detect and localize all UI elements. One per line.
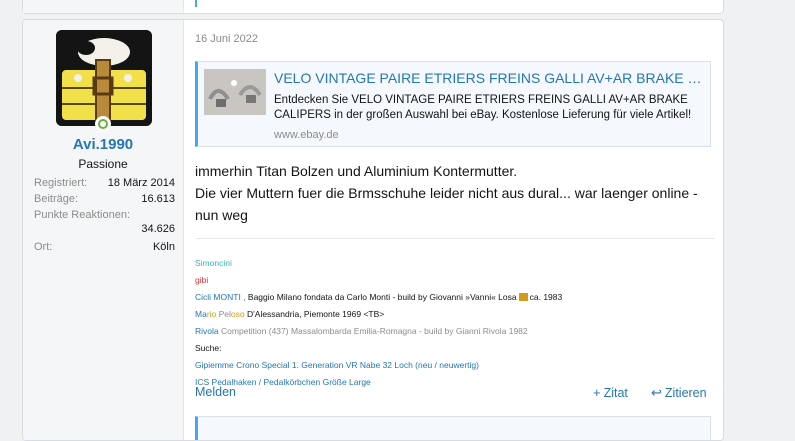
stat-label: Beiträge: [34,193,79,205]
stat-label: Ort: [34,241,53,253]
user-stats: Registriert: 18 März 2014 Beiträge: 16.6… [34,177,175,257]
sig-cicli-monti: Cicli MONTI , Baggio Milano fondata da C… [195,292,562,302]
post-date[interactable]: 16 Juni 2022 [195,33,258,45]
stat-registered: Registriert: 18 März 2014 [34,177,175,193]
user-title: Passione [78,157,128,171]
sig-link-gipiemme[interactable]: Gipiemme Crono Special 1. Generation VR … [195,360,479,370]
multi-quote-label: Zitat [603,386,628,400]
stat-posts: Beiträge: 16.613 [34,193,175,209]
previous-post-bottom [22,0,724,14]
sig-mario-b[interactable]: rio [207,309,216,319]
stat-location: Ort: Köln [34,241,175,257]
forum-post: Avi.1990 Passione Registriert: 18 März 2… [22,19,724,441]
user-avatar[interactable] [56,30,152,126]
reply-quote-label: Zitieren [664,386,707,400]
sig-mario-a[interactable]: Ma [195,309,207,319]
reply-quote-button[interactable]: ↩ Zitieren [651,385,707,401]
body-line: immerhin Titan Bolzen und Aluminium Kont… [195,163,518,179]
stat-value: 16.613 [141,193,175,205]
avatar-image [56,30,152,126]
sig-mario-text: D'Alessandria, Piemonte 1969 <TB> [247,309,385,319]
username[interactable]: Avi.1990 [23,136,183,153]
multi-quote-button[interactable]: + Zitat [593,385,628,400]
crown-icon [518,293,528,301]
plus-icon: + [593,385,601,400]
sig-gibi[interactable]: gibi [195,275,208,285]
embed-description: Entdecken Sie VELO VINTAGE PAIRE ETRIERS… [274,94,692,121]
sig-rivola-text: (437) Massalombarda Emilia-Romagna - bui… [268,326,528,336]
message-content: 16 Juni 2022 VELO VINTAGE PAIRE ETRIERS … [195,20,715,440]
next-post-quote-top [195,416,711,440]
sig-suche: Suche: [195,343,222,353]
body-line: Die vier Muttern fuer die Brmsschuhe lei… [195,185,698,223]
stat-label: Punkte Reaktionen: [34,209,131,221]
embed-title-link[interactable]: VELO VINTAGE PAIRE ETRIERS FREINS GALLI … [274,70,706,86]
sig-simoncini[interactable]: Simoncini [195,258,232,268]
sig-mario-peloso: Mario Peloso D'Alessandria, Piemonte 196… [195,309,384,319]
user-cell: Avi.1990 Passione Registriert: 18 März 2… [23,20,184,440]
reply-icon: ↩ [651,385,662,400]
link-embed[interactable]: VELO VINTAGE PAIRE ETRIERS FREINS GALLI … [195,61,711,147]
post-footer: Melden + Zitat ↩ Zitieren [195,385,713,403]
sig-rivola: Rivola Competition (437) Massalombarda E… [195,326,528,336]
brake-caliper-image [204,69,266,115]
online-status-icon [95,116,111,132]
sig-rivola-name[interactable]: Rivola [195,326,219,336]
stat-value: 34.626 [141,223,175,235]
previous-post-quote-bar [195,0,197,7]
embed-domain: www.ebay.de [274,129,339,141]
stat-label: Registriert: [34,177,88,189]
post-body: immerhin Titan Bolzen und Aluminium Kont… [195,160,715,226]
sig-cicli-monti-name[interactable]: Cicli MONTI , [195,292,246,302]
sig-cicli-monti-year: ca. 1983 [529,292,563,302]
previous-post-user-cell [23,0,184,13]
sig-cicli-monti-text: Baggio Milano fondata da Carlo Monti - b… [247,292,517,302]
sig-rivola-competition[interactable]: Competition [221,326,266,336]
report-button[interactable]: Melden [195,385,236,399]
stat-value: Köln [152,241,175,253]
sig-mario-c[interactable]: Pel [216,309,231,319]
stat-reactions: Punkte Reaktionen: 34.626 [34,209,175,241]
stat-value: 18 März 2014 [107,177,175,189]
sig-mario-d[interactable]: oso [231,309,245,319]
embed-thumbnail[interactable] [204,69,266,115]
signature: Simoncini gibi Cicli MONTI , Baggio Mila… [195,238,715,387]
